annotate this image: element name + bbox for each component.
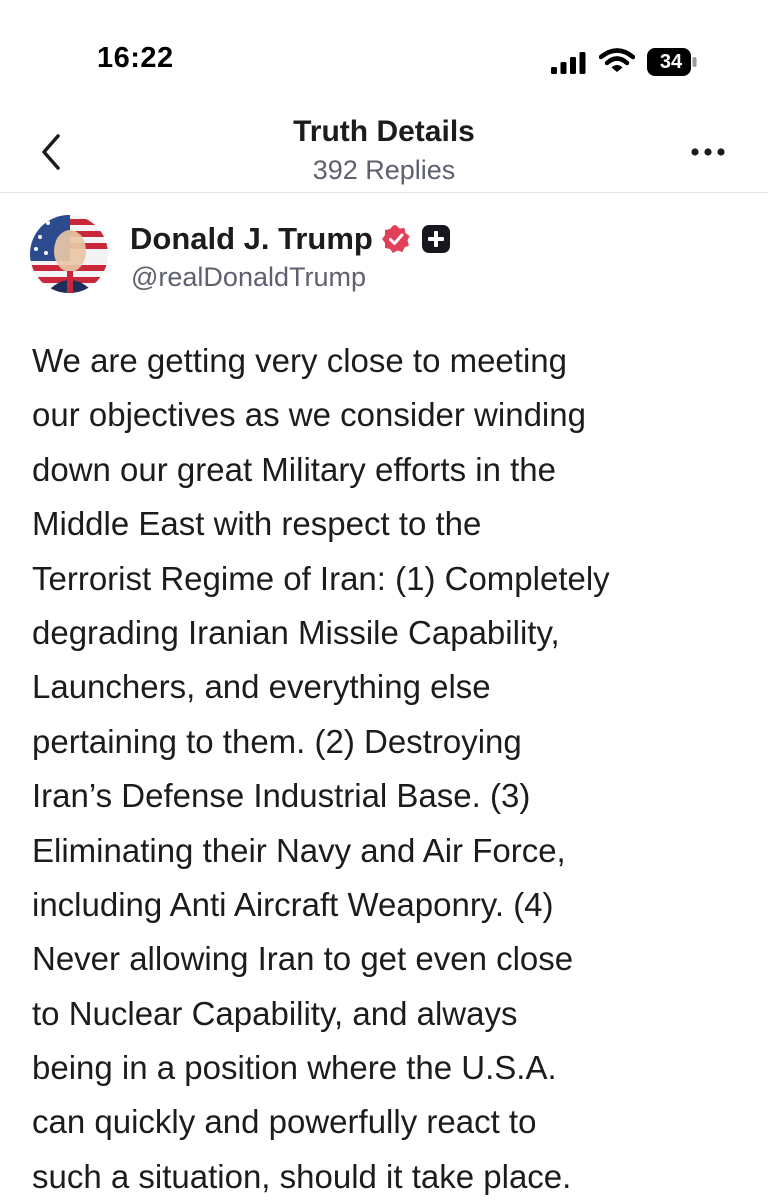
page-header: Truth Details 392 Replies — [0, 110, 768, 193]
post-text: We are getting very close to meeting our… — [32, 334, 744, 1204]
page-title: Truth Details — [293, 115, 475, 148]
post-text-line: to Nuclear Capability, and always — [32, 994, 518, 1032]
post-text-line: degrading Iranian Missile Capability, — [32, 613, 560, 651]
author-name-row: Donald J. Trump — [130, 219, 451, 259]
post-text-line: Launchers, and everything else — [32, 668, 491, 706]
post-text-line: including Anti Aircraft Weaponry. (4) — [32, 885, 554, 923]
post-text-line: Never allowing Iran to get even close — [32, 940, 574, 978]
post-text-line: Middle East with respect to the — [32, 505, 482, 543]
post-text-line: We are getting very close to meeting — [32, 342, 567, 379]
battery-level: 34 — [659, 51, 683, 73]
author-name[interactable]: Donald J. Trump — [130, 221, 373, 257]
post-text-line: our objectives as we consider winding — [32, 396, 586, 434]
post-text-line: Iran’s Defense Industrial Base. (3) — [32, 777, 531, 815]
author-handle[interactable]: @realDonaldTrump — [131, 262, 366, 293]
avatar-image — [30, 215, 108, 293]
replies-count[interactable]: 392 Replies — [0, 155, 768, 186]
post-text-line: can quickly and powerfully react to — [32, 1103, 537, 1141]
more-options-button[interactable] — [686, 140, 730, 164]
wifi-icon — [599, 48, 635, 72]
status-time: 16:22 — [97, 42, 174, 74]
verified-badge-icon — [381, 225, 410, 253]
post-text-line: being in a position where the U.S.A. — [32, 1049, 557, 1087]
post-text-line: down our great Military efforts in the — [32, 450, 556, 488]
plus-badge-icon — [421, 225, 450, 253]
avatar[interactable] — [30, 215, 108, 293]
signal-icon — [551, 52, 586, 74]
post-text-line: Terrorist Regime of Iran: (1) Completely — [32, 559, 610, 597]
ellipsis-icon — [691, 148, 725, 156]
status-bar: 16:22 34 — [0, 0, 768, 110]
post-text-line: such a situation, should it take place. — [32, 1157, 572, 1195]
post-text-line: Eliminating their Navy and Air Force, — [32, 831, 566, 869]
post-text-line: pertaining to them. (2) Destroying — [32, 722, 522, 760]
